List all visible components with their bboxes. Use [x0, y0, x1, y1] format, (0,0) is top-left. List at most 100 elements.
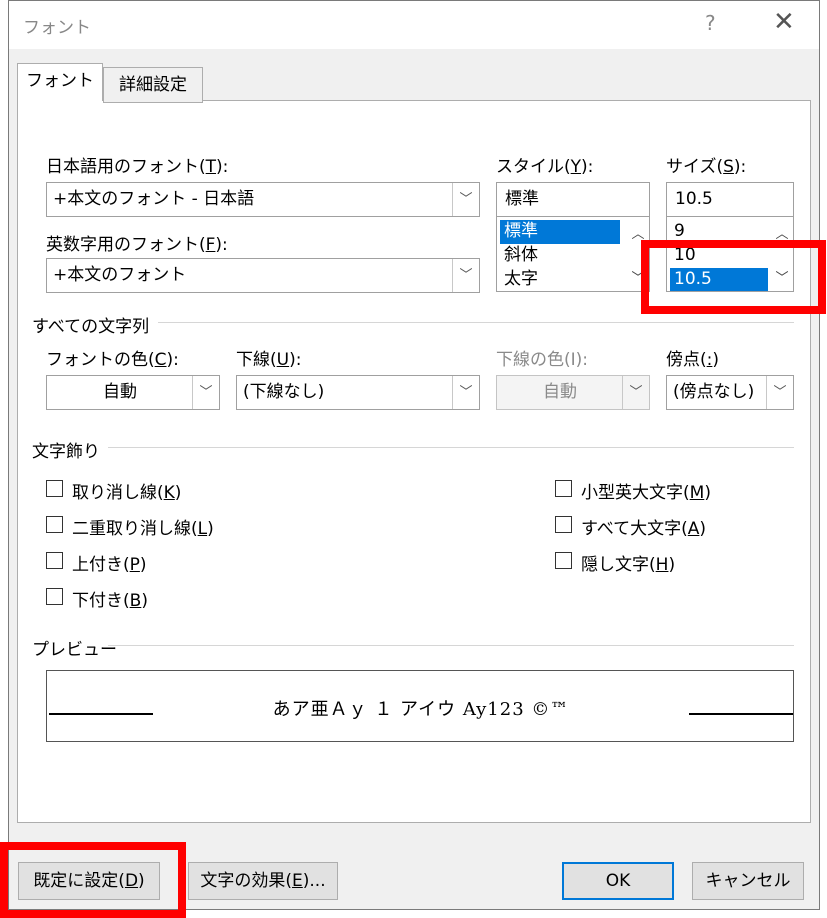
- style-listbox[interactable]: 標準 斜体 太字 ︿ ﹀: [496, 216, 650, 292]
- label-accesskey: B: [129, 591, 142, 611]
- chevron-down-icon[interactable]: ﹀: [452, 259, 479, 292]
- cancel-button[interactable]: キャンセル: [692, 862, 804, 900]
- checkbox-box[interactable]: [46, 480, 63, 497]
- superscript-checkbox[interactable]: 上付き(P): [46, 550, 286, 575]
- strikethrough-checkbox[interactable]: 取り消し線(K): [46, 478, 286, 503]
- label-end: ):: [166, 350, 179, 370]
- jp-font-combo[interactable]: +本文のフォント - 日本語 ﹀: [46, 182, 480, 217]
- label-text: 英数字用のフォント(: [46, 235, 206, 255]
- label-accesskey: K: [163, 483, 175, 503]
- preview-text: あア亜Ａｙ １ アイウ Ay123 ©™: [272, 699, 570, 720]
- chevron-down-icon[interactable]: ﹀: [452, 376, 479, 409]
- label-text: スタイル(: [496, 157, 571, 177]
- small-caps-checkbox[interactable]: 小型英大文字(M): [555, 478, 795, 503]
- chevron-down-icon[interactable]: ﹀: [452, 183, 479, 216]
- checkbox-label: 隠し文字(H): [581, 550, 675, 575]
- checkbox-box[interactable]: [555, 552, 572, 569]
- label-text: 傍点(: [666, 350, 707, 370]
- font-color-value: 自動: [103, 382, 137, 402]
- ok-button[interactable]: OK: [562, 862, 674, 900]
- chevron-down-icon: ﹀: [622, 376, 649, 409]
- close-icon[interactable]: ✕: [773, 7, 795, 37]
- chevron-down-icon[interactable]: ﹀: [766, 376, 793, 409]
- label-accesskey: H: [655, 555, 669, 575]
- label-end: ):: [733, 157, 747, 177]
- help-button[interactable]: ?: [705, 11, 716, 35]
- label-text: 二重取り消し線(: [72, 519, 198, 539]
- size-highlight-box: [641, 240, 826, 314]
- checkbox-box[interactable]: [46, 552, 63, 569]
- label-text: 小型英大文字(: [581, 483, 690, 503]
- label-end: ):: [215, 235, 228, 255]
- style-option[interactable]: 標準: [500, 220, 620, 244]
- section-divider: [108, 645, 794, 646]
- font-color-combo[interactable]: 自動 ﹀: [46, 375, 220, 410]
- label-accesskey: P: [129, 555, 140, 575]
- emphasis-combo[interactable]: (傍点なし) ﹀: [666, 375, 794, 410]
- default-button-highlight-box: [0, 842, 186, 918]
- label-accesskey: S: [723, 157, 734, 177]
- style-option[interactable]: 斜体: [500, 244, 542, 268]
- chevron-down-icon[interactable]: ﹀: [192, 376, 219, 409]
- label-end: ): [139, 555, 147, 575]
- style-label: スタイル(Y):: [496, 152, 593, 177]
- label-end: ): [141, 591, 148, 611]
- emphasis-label: 傍点(:): [666, 345, 719, 370]
- font-color-label: フォントの色(C):: [46, 345, 179, 370]
- checkbox-label: 下付き(B): [72, 586, 148, 611]
- label-text: 下付き(: [72, 591, 130, 611]
- checkbox-label: 二重取り消し線(L): [72, 514, 214, 539]
- underline-label: 下線(U):: [236, 345, 301, 370]
- double-strikethrough-checkbox[interactable]: 二重取り消し線(L): [46, 514, 286, 539]
- label-accesskey: C: [154, 350, 167, 370]
- subscript-checkbox[interactable]: 下付き(B): [46, 586, 286, 611]
- checkbox-box[interactable]: [46, 516, 63, 533]
- label-text: サイズ(: [666, 157, 724, 177]
- checkbox-label: すべて大文字(A): [581, 514, 706, 539]
- section-divider: [158, 322, 794, 323]
- label-accesskey: Y: [570, 157, 582, 177]
- jp-font-value: +本文のフォント - 日本語: [53, 189, 255, 209]
- label-text: すべて大文字(: [581, 519, 688, 539]
- tab-advanced[interactable]: 詳細設定: [103, 67, 203, 103]
- en-font-value: +本文のフォント: [53, 265, 187, 285]
- label-end: ):: [289, 350, 302, 370]
- label-end: ): [704, 483, 711, 503]
- hidden-checkbox[interactable]: 隠し文字(H): [555, 550, 795, 575]
- label-end: )...: [302, 871, 326, 891]
- label-end: ):: [581, 157, 594, 177]
- style-input[interactable]: 標準: [496, 182, 650, 217]
- text-effects-button[interactable]: 文字の効果(E)...: [188, 862, 338, 900]
- label-end: ): [668, 555, 676, 575]
- label-text: 日本語用のフォント(: [46, 157, 206, 177]
- underline-combo[interactable]: (下線なし) ﹀: [236, 375, 480, 410]
- label-text: 文字の効果(: [200, 871, 293, 891]
- label-text: 隠し文字(: [581, 555, 656, 575]
- underline-value: (下線なし): [243, 382, 325, 402]
- checkbox-box[interactable]: [555, 516, 572, 533]
- label-text: フォントの色(: [46, 350, 155, 370]
- title-bar: フォント ? ✕: [9, 1, 819, 49]
- checkbox-label: 上付き(P): [72, 550, 147, 575]
- preview-baseline-right: [689, 713, 793, 715]
- size-input[interactable]: 10.5: [666, 182, 794, 217]
- underline-color-combo: 自動 ﹀: [496, 375, 650, 410]
- checkbox-box[interactable]: [46, 588, 63, 605]
- checkbox-box[interactable]: [555, 480, 572, 497]
- underline-color-label: 下線の色(I):: [496, 350, 589, 370]
- checkbox-label: 取り消し線(K): [72, 478, 181, 503]
- en-font-combo[interactable]: +本文のフォント ﹀: [46, 258, 480, 293]
- tab-font[interactable]: フォント: [17, 63, 103, 101]
- jp-font-label: 日本語用のフォント(T):: [46, 152, 228, 177]
- effects-section-title: 文字飾り: [32, 442, 100, 462]
- dialog-title: フォント: [23, 18, 91, 38]
- label-accesskey: T: [205, 157, 217, 177]
- label-accesskey: F: [205, 235, 216, 255]
- all-text-section-title: すべての文字列: [32, 317, 150, 337]
- label-end: ): [699, 519, 707, 539]
- label-accesskey: E: [292, 871, 303, 891]
- style-option[interactable]: 太字: [500, 268, 542, 291]
- label-text: 上付き(: [72, 555, 130, 575]
- all-caps-checkbox[interactable]: すべて大文字(A): [555, 514, 795, 539]
- checkbox-label: 小型英大文字(M): [581, 478, 711, 503]
